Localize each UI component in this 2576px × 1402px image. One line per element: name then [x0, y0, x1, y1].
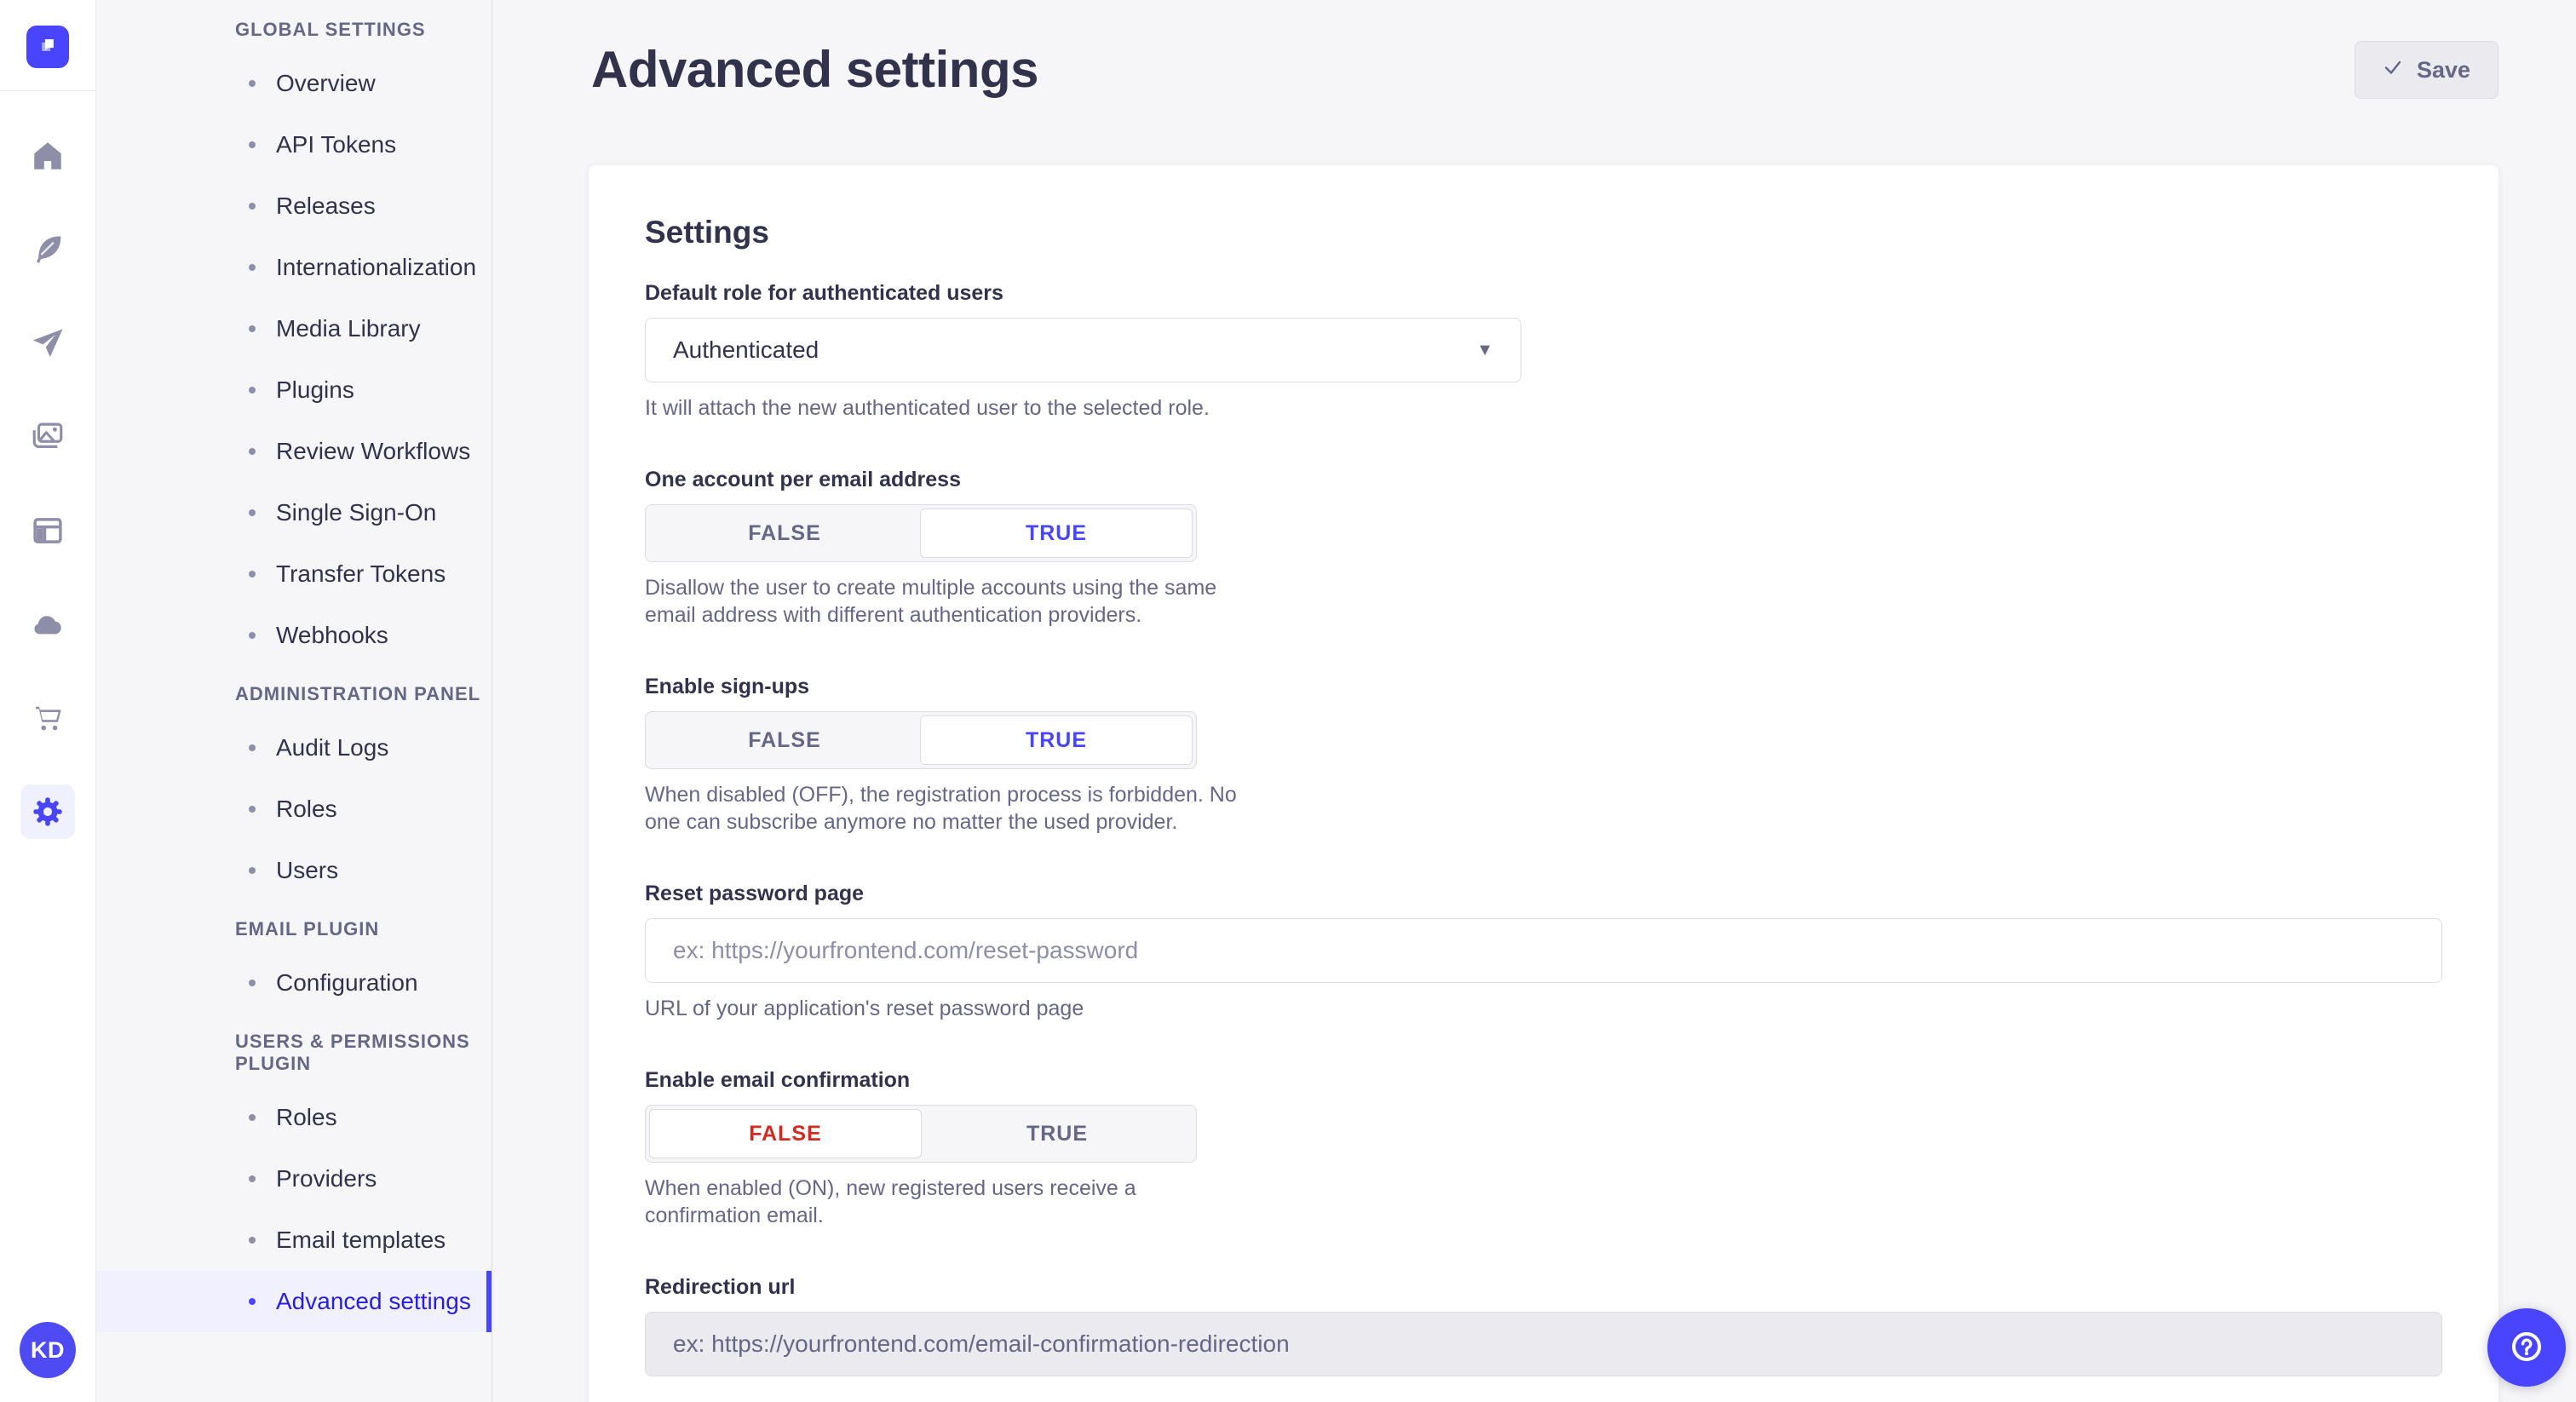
bullet-icon — [249, 571, 256, 577]
settings-heading: Settings — [645, 215, 2442, 250]
bullet-icon — [249, 203, 256, 210]
cloud-icon[interactable] — [20, 597, 75, 652]
field-redirection-url: Redirection url — [645, 1275, 2442, 1376]
field-label: Redirection url — [645, 1275, 2442, 1300]
sidebar-item-admin-roles[interactable]: Roles — [96, 779, 492, 840]
sidebar-item-webhooks[interactable]: Webhooks — [96, 605, 492, 666]
field-label: Enable sign-ups — [645, 675, 2442, 699]
save-button[interactable]: Save — [2355, 41, 2498, 99]
field-hint: When disabled (OFF), the registration pr… — [645, 781, 1241, 836]
page-title: Advanced settings — [591, 37, 1038, 102]
field-hint: When enabled (ON), new registered users … — [645, 1175, 1241, 1229]
sidebar-item-audit-logs[interactable]: Audit Logs — [96, 717, 492, 779]
field-label: Default role for authenticated users — [645, 281, 2442, 306]
field-default-role: Default role for authenticated users Aut… — [645, 281, 2442, 422]
field-email-confirmation: Enable email confirmation FALSE TRUE Whe… — [645, 1068, 2442, 1229]
email-confirmation-true-option[interactable]: TRUE — [922, 1109, 1193, 1158]
check-icon — [2383, 57, 2403, 83]
settings-subnav: GLOBAL SETTINGS Overview API Tokens Rele… — [96, 0, 492, 1402]
sidebar-item-releases[interactable]: Releases — [96, 175, 492, 237]
field-hint: It will attach the new authenticated use… — [645, 394, 2442, 422]
field-one-account: One account per email address FALSE TRUE… — [645, 468, 2442, 629]
nav-section-header: USERS & PERMISSIONS PLUGIN — [96, 1031, 492, 1075]
bullet-icon — [249, 806, 256, 813]
content-manager-icon[interactable] — [20, 503, 75, 558]
reset-password-input[interactable] — [645, 918, 2442, 983]
field-hint: URL of your application's reset password… — [645, 995, 2442, 1022]
bullet-icon — [249, 264, 256, 271]
field-label: Enable email confirmation — [645, 1068, 2442, 1093]
bullet-icon — [249, 141, 256, 148]
sidebar-item-email-configuration[interactable]: Configuration — [96, 952, 492, 1014]
help-button[interactable] — [2487, 1308, 2566, 1387]
settings-icon[interactable] — [20, 784, 75, 839]
bullet-icon — [249, 1175, 256, 1182]
sidebar-item-up-roles[interactable]: Roles — [96, 1087, 492, 1148]
nav-section-administration-panel: ADMINISTRATION PANEL Audit Logs Roles Us… — [96, 683, 492, 901]
bullet-icon — [249, 509, 256, 516]
icon-rail: KD — [0, 0, 96, 1402]
enable-signups-false-option[interactable]: FALSE — [649, 715, 920, 765]
default-role-select[interactable]: Authenticated ▼ — [645, 318, 1521, 382]
bullet-icon — [249, 980, 256, 986]
bullet-icon — [249, 1237, 256, 1244]
enable-signups-true-option[interactable]: TRUE — [920, 715, 1193, 765]
email-confirmation-toggle: FALSE TRUE — [645, 1105, 1197, 1163]
home-icon[interactable] — [20, 129, 75, 183]
bullet-icon — [249, 80, 256, 87]
field-reset-password: Reset password page URL of your applicat… — [645, 882, 2442, 1022]
rail-divider — [0, 90, 96, 91]
bullet-icon — [249, 1298, 256, 1305]
user-avatar[interactable]: KD — [20, 1322, 76, 1378]
sidebar-item-internationalization[interactable]: Internationalization — [96, 237, 492, 298]
bullet-icon — [249, 744, 256, 751]
sidebar-item-admin-users[interactable]: Users — [96, 840, 492, 901]
workspace-logo-button[interactable] — [26, 26, 69, 68]
main-content: Advanced settings Save Settings Default … — [492, 0, 2576, 1402]
sidebar-item-single-sign-on[interactable]: Single Sign-On — [96, 482, 492, 543]
field-hint: Disallow the user to create multiple acc… — [645, 574, 1241, 629]
nav-section-header: GLOBAL SETTINGS — [96, 19, 492, 41]
sidebar-item-media-library[interactable]: Media Library — [96, 298, 492, 359]
bullet-icon — [249, 448, 256, 455]
bullet-icon — [249, 387, 256, 394]
redirection-url-input[interactable] — [645, 1312, 2442, 1376]
bullet-icon — [249, 632, 256, 639]
select-value: Authenticated — [673, 336, 819, 364]
sidebar-item-providers[interactable]: Providers — [96, 1148, 492, 1210]
bullet-icon — [249, 325, 256, 332]
one-account-true-option[interactable]: TRUE — [920, 509, 1193, 558]
enable-signups-toggle: FALSE TRUE — [645, 711, 1197, 769]
nav-section-global-settings: GLOBAL SETTINGS Overview API Tokens Rele… — [96, 19, 492, 666]
nav-section-email-plugin: EMAIL PLUGIN Configuration — [96, 918, 492, 1014]
settings-card: Settings Default role for authenticated … — [589, 165, 2498, 1402]
sidebar-item-email-templates[interactable]: Email templates — [96, 1210, 492, 1271]
sidebar-item-advanced-settings[interactable]: Advanced settings — [96, 1271, 492, 1332]
help-question-icon — [2508, 1328, 2545, 1368]
field-label: Reset password page — [645, 882, 2442, 906]
strapi-logo-icon — [35, 32, 60, 62]
one-account-false-option[interactable]: FALSE — [649, 509, 920, 558]
nav-section-users-permissions-plugin: USERS & PERMISSIONS PLUGIN Roles Provide… — [96, 1031, 492, 1332]
bullet-icon — [249, 1114, 256, 1121]
page-header: Advanced settings Save — [492, 0, 2576, 102]
nav-section-header: EMAIL PLUGIN — [96, 918, 492, 940]
sidebar-item-api-tokens[interactable]: API Tokens — [96, 114, 492, 175]
nav-section-header: ADMINISTRATION PANEL — [96, 683, 492, 705]
bullet-icon — [249, 867, 256, 874]
content-type-builder-icon[interactable] — [20, 222, 75, 277]
deploy-icon[interactable] — [20, 316, 75, 371]
one-account-toggle: FALSE TRUE — [645, 504, 1197, 562]
sidebar-item-plugins[interactable]: Plugins — [96, 359, 492, 421]
media-library-icon[interactable] — [20, 410, 75, 464]
sidebar-item-review-workflows[interactable]: Review Workflows — [96, 421, 492, 482]
marketplace-icon[interactable] — [20, 691, 75, 745]
sidebar-item-overview[interactable]: Overview — [96, 53, 492, 114]
field-enable-signups: Enable sign-ups FALSE TRUE When disabled… — [645, 675, 2442, 836]
sidebar-item-transfer-tokens[interactable]: Transfer Tokens — [96, 543, 492, 605]
chevron-down-icon: ▼ — [1476, 341, 1493, 360]
field-label: One account per email address — [645, 468, 2442, 492]
email-confirmation-false-option[interactable]: FALSE — [649, 1109, 922, 1158]
